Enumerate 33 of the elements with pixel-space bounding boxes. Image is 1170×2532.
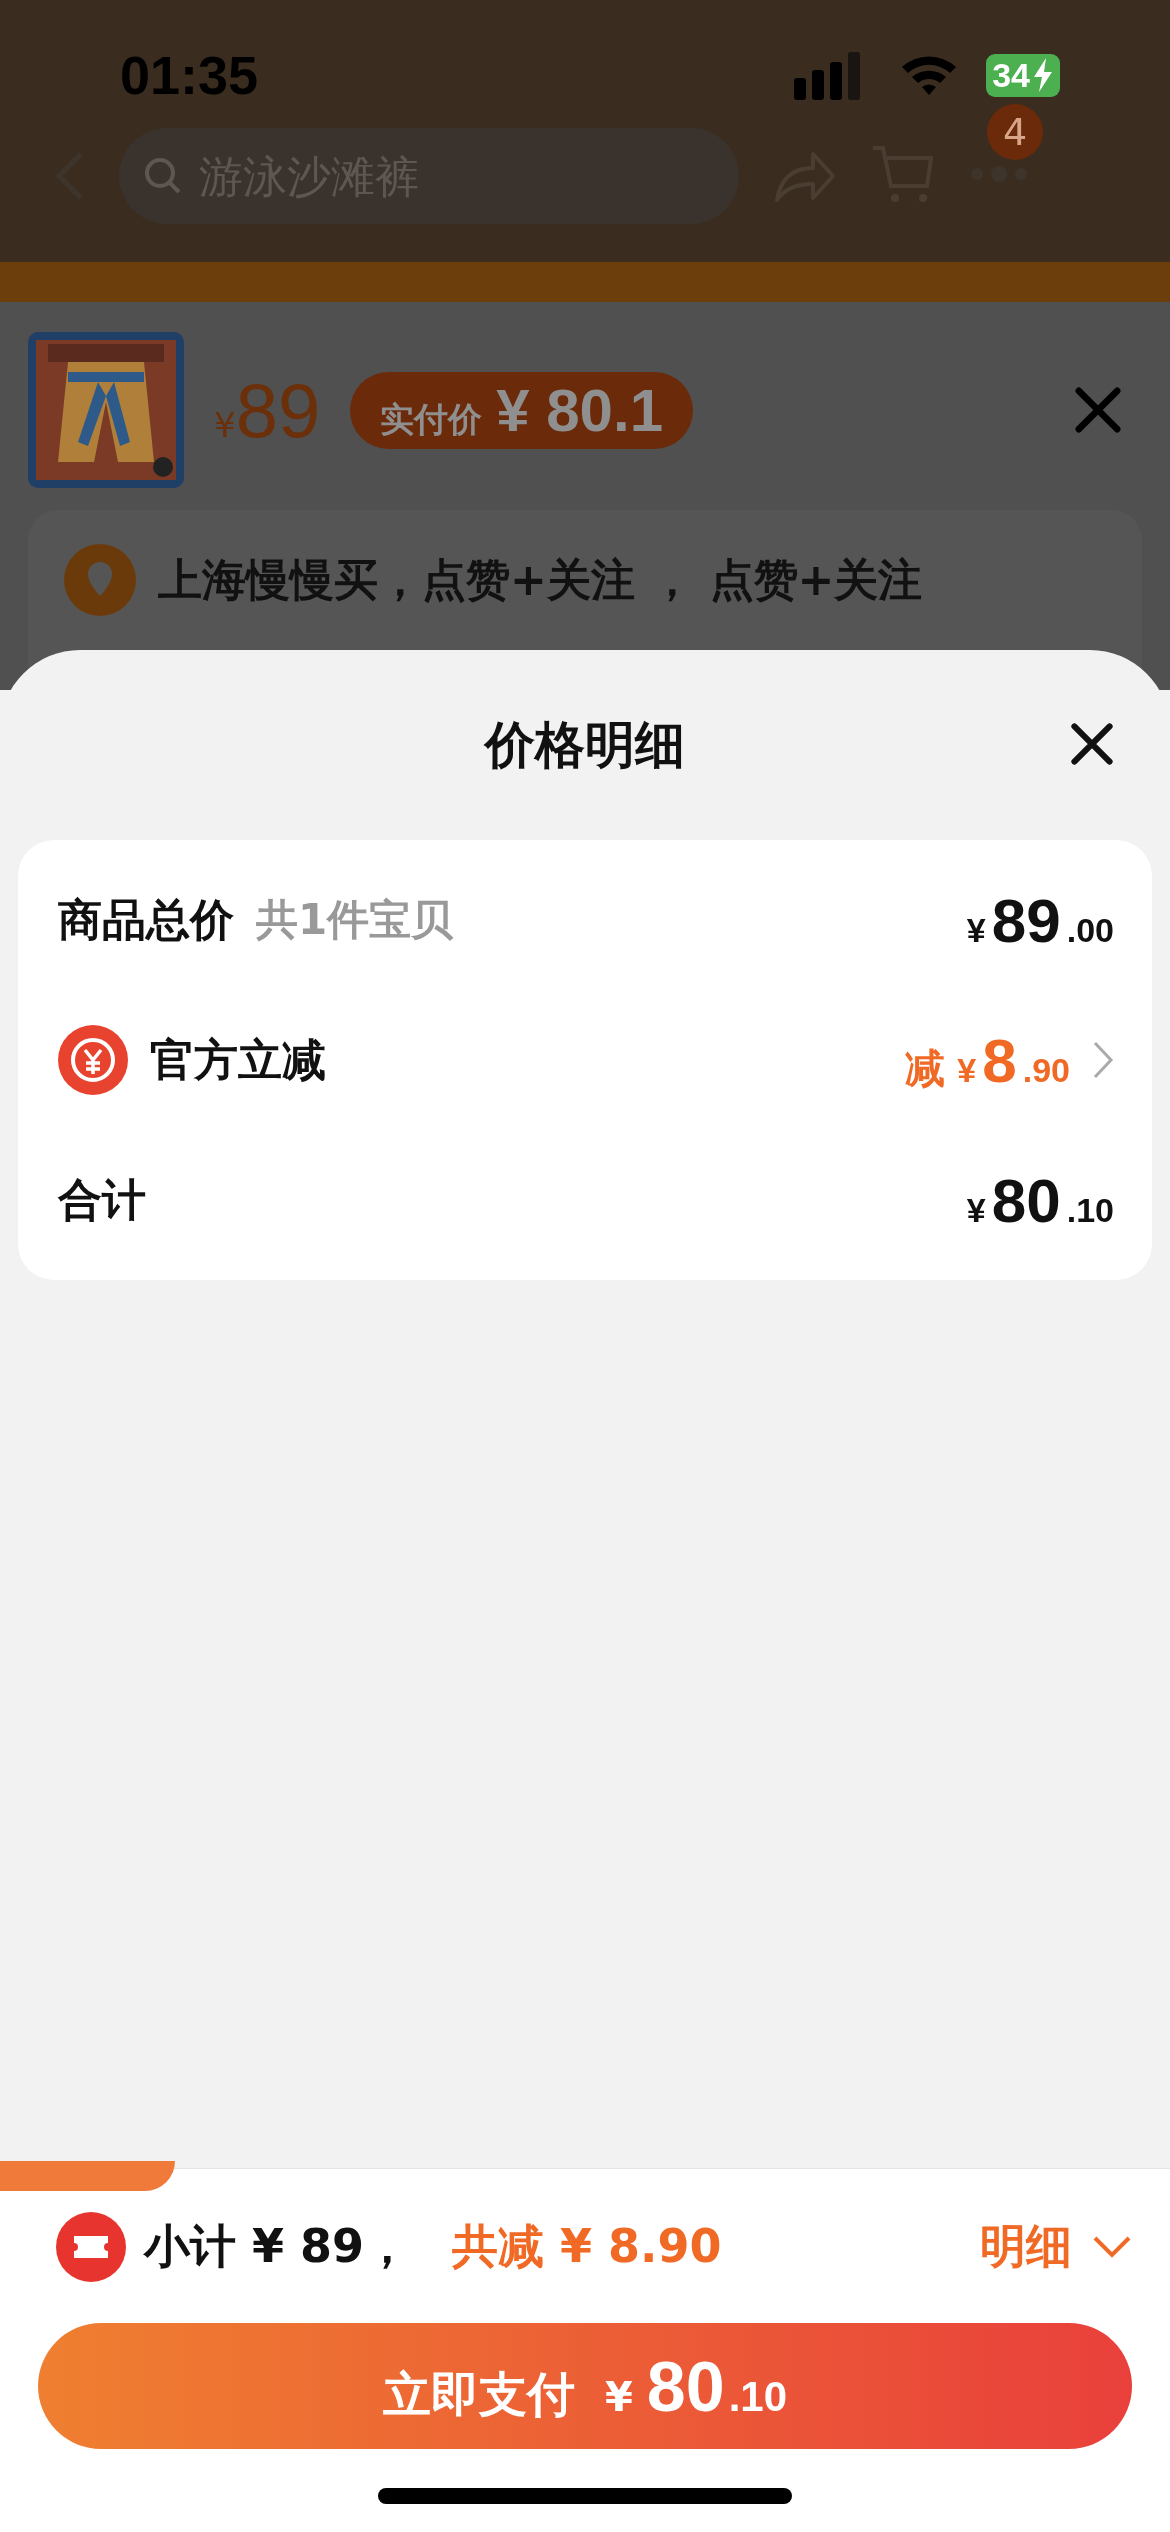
- currency-symbol: ¥: [966, 1190, 986, 1230]
- amount-integer: 89: [991, 884, 1061, 956]
- yuan-coupon-icon: [58, 1025, 128, 1095]
- currency-symbol: ¥: [957, 1050, 977, 1090]
- row-label: 官方立减: [150, 1032, 326, 1087]
- item-count: 共1件宝贝: [256, 894, 454, 946]
- amount-decimal: .10: [1066, 1190, 1114, 1230]
- chevron-right-icon[interactable]: [1092, 1040, 1114, 1080]
- location-pin-icon: [64, 544, 136, 616]
- amount-decimal: .90: [1022, 1050, 1070, 1090]
- close-icon[interactable]: [1070, 722, 1114, 766]
- row-label: 商品总价: [58, 892, 234, 947]
- search-icon: [143, 156, 183, 196]
- ticket-icon: [56, 2212, 126, 2282]
- status-time: 01:35: [120, 44, 259, 106]
- sheet-title: 价格明细: [485, 714, 685, 776]
- amount-decimal: .00: [1066, 910, 1114, 950]
- subtotal-text: 小计 ¥ 89，: [144, 2218, 411, 2275]
- total-savings: 共减 ¥ 8.90: [452, 2218, 722, 2275]
- paid-price-badge: 实付价 ¥ 80.1: [350, 371, 693, 449]
- currency-symbol: ¥: [214, 404, 236, 445]
- chevron-down-icon: [1092, 2235, 1132, 2259]
- pay-now-button[interactable]: 立即支付 ¥ 80.10: [38, 2323, 1132, 2449]
- cart-count-badge: 4: [987, 104, 1043, 160]
- address-text: 上海慢慢买，点赞+关注 ， 点赞+关注: [158, 552, 924, 607]
- row-label: 合计: [58, 1172, 146, 1227]
- amount-integer: 8: [982, 1024, 1017, 1096]
- product-price: 89: [235, 366, 321, 454]
- battery-indicator: 34: [986, 53, 1060, 97]
- discount-label: 减: [905, 1043, 946, 1093]
- details-toggle[interactable]: 明细: [980, 2216, 1132, 2278]
- amount-integer: 80: [991, 1164, 1061, 1236]
- currency-symbol: ¥: [966, 910, 986, 950]
